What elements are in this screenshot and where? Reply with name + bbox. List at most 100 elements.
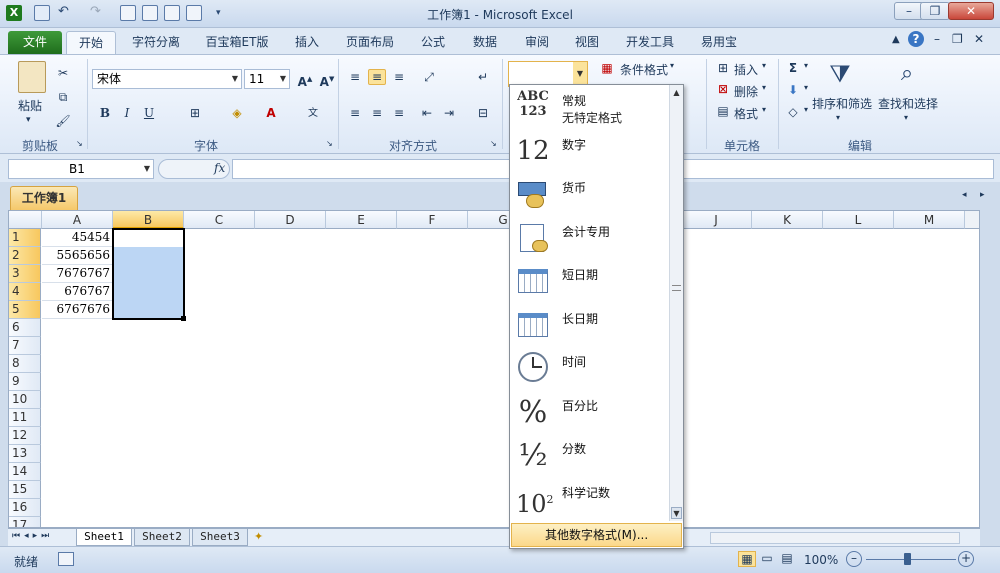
worksheet-grid[interactable]: A B C D E F G H I J K L M 1 2 3 4 5 6 7 …	[8, 210, 980, 528]
tab-formulas[interactable]: 公式	[412, 31, 454, 54]
new-sheet-icon[interactable]: ✦	[254, 530, 263, 543]
sheet-tab-3[interactable]: Sheet3	[192, 529, 248, 546]
column-header[interactable]: E	[326, 211, 397, 229]
row-header[interactable]: 6	[9, 319, 41, 337]
column-header[interactable]: D	[255, 211, 326, 229]
ribbon-restore-icon[interactable]: ❐	[952, 32, 963, 46]
format-fraction[interactable]: ½ 分数	[510, 433, 670, 477]
format-short-date[interactable]: 短日期	[510, 259, 670, 303]
sort-filter-button[interactable]: 排序和筛选	[812, 95, 872, 112]
alignment-launcher-icon[interactable]: ↘	[490, 139, 497, 148]
row-header[interactable]: 4	[9, 283, 41, 301]
phonetic-icon[interactable]: 文	[304, 105, 322, 121]
row-header[interactable]: 7	[9, 337, 41, 355]
zoom-slider-thumb[interactable]	[904, 553, 911, 565]
format-time[interactable]: 时间	[510, 346, 670, 390]
font-color-icon[interactable]: A	[262, 105, 280, 121]
format-scientific[interactable]: 102 科学记数	[510, 477, 670, 521]
grow-font-icon[interactable]: A▲	[296, 71, 314, 89]
format-painter-icon[interactable]: 🖌	[54, 113, 72, 129]
align-top-icon[interactable]: ≡	[346, 69, 364, 85]
merge-center-icon[interactable]: ⊟	[474, 105, 492, 121]
paste-button[interactable]: 粘贴	[18, 97, 42, 114]
tab-review[interactable]: 审阅	[516, 31, 558, 54]
sort-filter-icon[interactable]: ⧩	[824, 59, 856, 91]
column-header[interactable]: F	[397, 211, 468, 229]
chevron-down-icon[interactable]: ▼	[141, 160, 153, 178]
fill-handle[interactable]	[181, 316, 186, 321]
align-left-icon[interactable]: ≡	[346, 105, 364, 121]
row-header[interactable]: 1	[9, 229, 41, 247]
wrap-text-icon[interactable]: ↵	[474, 69, 492, 85]
sheet-nav-icons[interactable]: ⏮◂▸⏭	[12, 531, 53, 541]
tab-easy-tools[interactable]: 易用宝	[692, 31, 746, 54]
selected-range-border[interactable]	[112, 228, 185, 320]
zoom-in-icon[interactable]: +	[958, 551, 974, 567]
horizontal-scrollbar[interactable]	[710, 532, 960, 544]
chevron-down-icon[interactable]: ▾	[670, 61, 674, 70]
paste-icon[interactable]	[18, 61, 46, 93]
clipboard-launcher-icon[interactable]: ↘	[76, 139, 83, 148]
chevron-down-icon[interactable]: ▾	[804, 83, 808, 92]
page-layout-view-icon[interactable]: ▭	[758, 551, 776, 567]
decrease-indent-icon[interactable]: ⇤	[418, 105, 436, 121]
row-header[interactable]: 15	[9, 481, 41, 499]
fill-icon[interactable]: ⬇	[784, 82, 802, 98]
scroll-down-icon[interactable]: ▼	[671, 507, 682, 519]
cell-a5[interactable]: 6767676	[42, 301, 113, 319]
page-break-view-icon[interactable]: ▤	[778, 551, 796, 567]
cell-a2[interactable]: 5565656	[42, 247, 113, 265]
row-header[interactable]: 16	[9, 499, 41, 517]
tab-developer[interactable]: 开发工具	[616, 31, 684, 54]
chevron-down-icon[interactable]: ▼	[573, 62, 587, 86]
format-general[interactable]: ABC 123 常规 无特定格式	[510, 85, 670, 129]
column-header[interactable]: B	[113, 211, 184, 229]
row-header[interactable]: 8	[9, 355, 41, 373]
column-header[interactable]: K	[752, 211, 823, 229]
font-name-combo[interactable]: 宋体 ▼	[92, 69, 242, 89]
tab-view[interactable]: 视图	[566, 31, 608, 54]
row-header[interactable]: 2	[9, 247, 41, 265]
macro-record-icon[interactable]	[58, 552, 74, 566]
insert-cells-icon[interactable]: ⊞	[714, 60, 732, 76]
more-number-formats-button[interactable]: 其他数字格式(M)...	[511, 523, 682, 547]
select-all-corner[interactable]	[9, 211, 42, 229]
scroll-left-icon[interactable]: ◂	[962, 190, 967, 200]
borders-icon[interactable]: ⊞	[186, 105, 204, 121]
format-number[interactable]: 12 数字	[510, 129, 670, 173]
format-cells-button[interactable]: 格式	[734, 105, 758, 122]
help-icon[interactable]: ?	[908, 31, 924, 47]
chevron-down-icon[interactable]: ▾	[836, 113, 840, 122]
binoculars-icon[interactable]: ⌕	[892, 59, 922, 91]
row-header[interactable]: 3	[9, 265, 41, 283]
chevron-down-icon[interactable]: ▾	[804, 105, 808, 114]
column-header[interactable]: M	[894, 211, 965, 229]
clear-icon[interactable]: ◇	[784, 104, 802, 120]
chevron-down-icon[interactable]: ▾	[762, 105, 766, 114]
ribbon-close-icon[interactable]: ✕	[974, 32, 984, 46]
insert-cells-button[interactable]: 插入	[734, 61, 758, 78]
tab-page-layout[interactable]: 页面布局	[336, 31, 404, 54]
chevron-down-icon[interactable]: ▼	[229, 70, 241, 88]
chevron-down-icon[interactable]: ▾	[762, 83, 766, 92]
chevron-down-icon[interactable]: ▾	[762, 61, 766, 70]
tab-data[interactable]: 数据	[464, 31, 506, 54]
row-header[interactable]: 5	[9, 301, 41, 319]
format-currency[interactable]: 货币	[510, 172, 670, 216]
chevron-down-icon[interactable]: ▾	[804, 61, 808, 70]
tab-file[interactable]: 文件	[8, 31, 62, 54]
zoom-slider[interactable]	[866, 559, 956, 560]
tab-baibaoxiang[interactable]: 百宝箱ET版	[196, 31, 278, 54]
cell-a1[interactable]: 45454	[42, 229, 113, 247]
chevron-down-icon[interactable]: ▼	[277, 70, 289, 88]
row-header[interactable]: 14	[9, 463, 41, 481]
vertical-scrollbar[interactable]	[965, 211, 979, 229]
increase-indent-icon[interactable]: ⇥	[440, 105, 458, 121]
name-box[interactable]: B1 ▼	[8, 159, 154, 179]
align-bottom-icon[interactable]: ≡	[390, 69, 408, 85]
scroll-thumb[interactable]	[672, 285, 681, 291]
format-accounting[interactable]: 会计专用	[510, 216, 670, 260]
row-header[interactable]: 11	[9, 409, 41, 427]
format-percentage[interactable]: % 百分比	[510, 390, 670, 434]
normal-view-icon[interactable]: ▦	[738, 551, 756, 567]
